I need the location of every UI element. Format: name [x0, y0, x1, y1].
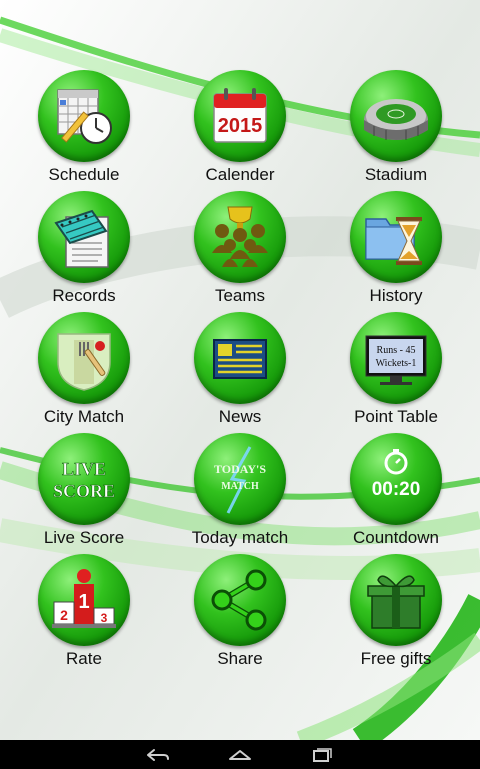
live-score-label: Live Score [43, 528, 125, 547]
todays-match-icon: TODAY'S MATCH [214, 446, 266, 514]
scoreboard-monitor-icon: Runs - 45 Wickets-1 [365, 335, 427, 385]
calender-year-text: 2015 [218, 115, 263, 137]
today-match-line2: MATCH [221, 481, 259, 492]
free-gifts-label: Free gifts [360, 649, 432, 668]
countdown-circle: 00:20 [350, 433, 442, 525]
live-score-button[interactable]: LIVE SCORE Live Score [6, 433, 162, 554]
notebook-icon [54, 209, 109, 268]
news-circle [194, 312, 286, 404]
countdown-time: 00:20 [372, 479, 421, 500]
cricket-pitch-icon [57, 333, 111, 391]
team-trophy-icon [212, 206, 268, 267]
records-circle [38, 191, 130, 283]
podium-icon: 1 2 3 [52, 569, 116, 628]
share-label: Share [217, 649, 263, 668]
newspaper-icon [213, 339, 267, 379]
rate-button[interactable]: 1 2 3 Rate [6, 554, 162, 675]
share-button[interactable]: Share [162, 554, 318, 675]
calendar-2015-icon: 2015 [213, 88, 267, 143]
stadium-icon [364, 99, 428, 140]
stadium-label: Stadium [364, 165, 428, 184]
free-gifts-button[interactable]: Free gifts [318, 554, 474, 675]
live-score-circle: LIVE SCORE [38, 433, 130, 525]
free-gifts-circle [350, 554, 442, 646]
schedule-label: Schedule [48, 165, 120, 184]
teams-circle [194, 191, 286, 283]
city-match-label: City Match [43, 407, 125, 426]
point-table-button[interactable]: Runs - 45 Wickets-1 Point Table [318, 312, 474, 433]
teams-button[interactable]: Teams [162, 191, 318, 312]
history-button[interactable]: History [318, 191, 474, 312]
menu-grid: Schedule 2015 Calender Stadium Records T… [0, 70, 480, 675]
news-button[interactable]: News [162, 312, 318, 433]
history-circle [350, 191, 442, 283]
rate-place2: 2 [60, 607, 68, 623]
stadium-button[interactable]: Stadium [318, 70, 474, 191]
calender-circle: 2015 [194, 70, 286, 162]
home-icon[interactable] [226, 745, 254, 765]
records-label: Records [52, 286, 116, 305]
countdown-label: Countdown [352, 528, 439, 547]
teams-label: Teams [214, 286, 266, 305]
back-icon[interactable] [144, 745, 172, 765]
rate-label: Rate [66, 649, 102, 668]
today-match-button[interactable]: TODAY'S MATCH Today match [162, 433, 318, 554]
today-match-circle: TODAY'S MATCH [194, 433, 286, 525]
share-icon [211, 569, 267, 631]
news-label: News [218, 407, 262, 426]
calender-label: Calender [205, 165, 275, 184]
live-score-icon: LIVE SCORE [53, 459, 116, 502]
countdown-button[interactable]: 00:20 Countdown [318, 433, 474, 554]
rate-place3: 3 [101, 611, 108, 625]
recent-apps-icon[interactable] [308, 745, 336, 765]
calendar-clock-icon [57, 89, 112, 144]
stopwatch-icon: 00:20 [372, 449, 421, 500]
live-score-line2: SCORE [53, 481, 115, 501]
point-table-label: Point Table [354, 407, 438, 426]
schedule-button[interactable]: Schedule [6, 70, 162, 191]
calender-button[interactable]: 2015 Calender [162, 70, 318, 191]
point-table-line1: Runs - 45 [377, 345, 416, 356]
today-match-line1: TODAY'S [214, 462, 266, 476]
point-table-circle: Runs - 45 Wickets-1 [350, 312, 442, 404]
hourglass-folder-icon [365, 217, 422, 265]
history-label: History [369, 286, 423, 305]
today-match-label: Today match [191, 528, 289, 547]
stadium-circle [350, 70, 442, 162]
schedule-circle [38, 70, 130, 162]
city-match-circle [38, 312, 130, 404]
rate-place1: 1 [78, 591, 89, 613]
rate-circle: 1 2 3 [38, 554, 130, 646]
city-match-button[interactable]: City Match [6, 312, 162, 433]
gift-box-icon [367, 575, 425, 629]
share-circle [194, 554, 286, 646]
point-table-line2: Wickets-1 [376, 358, 417, 369]
records-button[interactable]: Records [6, 191, 162, 312]
system-navigation-bar [0, 740, 480, 769]
live-score-line1: LIVE [62, 459, 106, 479]
